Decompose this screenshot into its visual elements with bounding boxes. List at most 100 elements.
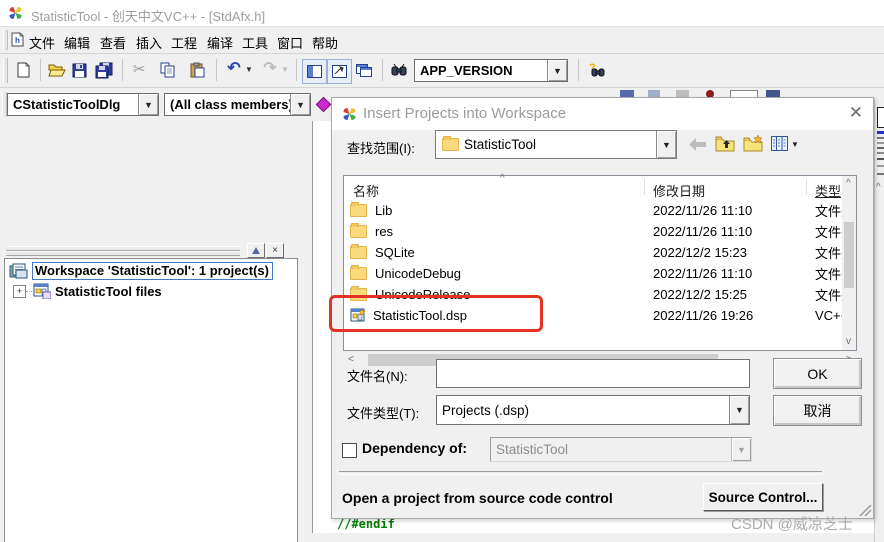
dependency-label: Dependency of: [362,440,467,456]
views-icon[interactable] [769,133,789,153]
file-date: 2022/11/26 11:10 [653,224,752,239]
dependency-combo-disabled: StatisticTool ▼ [490,437,752,462]
undo-dropdown-icon[interactable]: ▼ [244,62,254,76]
source-control-button[interactable]: Source Control... [703,483,823,511]
redo-dropdown-icon[interactable]: ▼ [280,62,290,76]
menu-item-build[interactable]: 编译 [207,33,233,52]
dialog-title-bar[interactable]: Insert Projects into Workspace ✕ [332,98,873,130]
find-combo-value: APP_VERSION [415,63,547,78]
output-pane-toggle-icon[interactable] [327,59,352,84]
members-combo[interactable]: (All class members) ▼ [164,93,311,116]
file-name-input[interactable] [436,359,750,388]
ok-button-label: OK [807,366,827,382]
toolbar-separator [122,59,123,81]
pane-expand-button[interactable] [247,243,265,258]
file-row[interactable]: Lib 2022/11/26 11:10 文件夹 [350,200,392,220]
new-file-button[interactable] [12,59,34,81]
dependency-checkbox[interactable] [342,443,357,458]
menu-item-project[interactable]: 工程 [171,33,197,52]
menu-item-insert[interactable]: 插入 [136,33,162,52]
search-help-icon[interactable]: ? [585,58,609,82]
window-list-icon[interactable] [352,59,375,82]
file-type-value: Projects (.dsp) [437,403,729,418]
menu-item-window[interactable]: 窗口 [277,33,303,52]
resize-grip[interactable] [858,503,872,517]
find-combo[interactable]: APP_VERSION ▼ [414,59,568,82]
file-row[interactable]: res 2022/11/26 11:10 文件夹 [350,221,393,241]
workspace-pane-toggle-icon[interactable] [302,59,327,84]
file-type-dropdown-icon[interactable]: ▼ [729,396,749,424]
look-in-value: StatisticTool [459,137,656,152]
toolbar-separator [296,59,297,81]
scroll-left-icon[interactable]: < [348,355,354,365]
menu-item-help[interactable]: 帮助 [312,33,338,52]
members-combo-dropdown-icon[interactable]: ▼ [290,94,310,115]
dialog-close-icon[interactable]: ✕ [849,103,863,123]
menu-item-edit[interactable]: 编辑 [64,33,90,52]
look-in-combo[interactable]: StatisticTool ▼ [435,130,677,159]
toolbar-separator [40,59,41,81]
pane-gripper[interactable] [6,251,240,256]
menu-item-tools[interactable]: 工具 [242,33,268,52]
class-combo[interactable]: CStatisticToolDlg ▼ [7,93,159,116]
menu-item-view[interactable]: 查看 [100,33,126,52]
member-diamond-icon [316,97,332,113]
file-row[interactable]: UnicodeDebug 2022/11/26 11:10 文件夹 [350,263,461,283]
column-header-date[interactable]: 修改日期 [653,181,705,200]
scrollbar-thumb[interactable] [844,222,854,288]
new-folder-icon[interactable] [741,132,765,154]
pane-close-button[interactable]: × [266,243,284,258]
find-in-files-icon[interactable] [388,59,410,81]
tree-item-project-files[interactable]: + StatisticTool files [13,282,162,300]
background-fragment [877,131,884,134]
application-window: StatisticTool - 创天中文VC++ - [StdAfx.h] h … [0,0,884,542]
cancel-button-label: 取消 [804,401,832,421]
scroll-up-icon[interactable]: ^ [846,179,851,189]
dialog-logo-icon [341,106,358,122]
save-all-button[interactable] [92,59,116,81]
menu-bar: h 文件 编辑 查看 插入 工程 编译 工具 窗口 帮助 [0,27,884,54]
folder-icon [442,138,459,151]
up-one-level-icon[interactable] [713,132,737,154]
file-type-combo[interactable]: Projects (.dsp) ▼ [436,395,750,425]
back-icon[interactable] [687,134,709,154]
column-header-name[interactable]: 名称 [353,181,379,200]
cut-icon[interactable]: ✂ [128,58,150,80]
scroll-down-icon[interactable]: v [846,337,851,347]
editor-scroll-strip[interactable] [312,533,884,542]
toolbar-separator [578,59,579,81]
tree-item-label: Workspace 'StatisticTool': 1 project(s) [32,262,273,280]
paste-button[interactable] [186,59,208,81]
menu-item-file[interactable]: 文件 [29,33,55,52]
undo-icon[interactable]: ↶ [224,57,244,79]
column-header-type[interactable]: 类型 [815,181,841,200]
background-sliver: ^ [874,97,884,542]
views-dropdown-icon[interactable]: ▼ [790,139,800,149]
folder-icon [350,246,367,259]
background-fragment [877,165,884,167]
save-button[interactable] [68,59,90,81]
background-fragment [877,152,884,154]
cancel-button[interactable]: 取消 [773,395,862,426]
open-file-button[interactable] [46,59,68,81]
menu-gripper[interactable] [3,30,8,50]
copy-button[interactable] [156,59,178,81]
editor-code-line: //#endif [337,517,395,531]
toolbar-gripper[interactable] [3,58,8,83]
class-combo-dropdown-icon[interactable]: ▼ [138,94,158,115]
file-row[interactable]: SQLite 2022/12/2 15:23 文件夹 [350,242,415,262]
list-vertical-scrollbar[interactable]: ^ v [842,176,856,350]
standard-toolbar: ✂ ↶ ▼ ↷ ▼ APP_VERSION ▼ ? [0,54,884,88]
ok-button[interactable]: OK [773,358,862,389]
tree-item-workspace-root[interactable]: Workspace 'StatisticTool': 1 project(s) [9,262,273,280]
svg-text:h: h [15,36,20,45]
toolbar-separator [216,59,217,81]
background-fragment [877,147,884,149]
look-in-dropdown-icon[interactable]: ▼ [656,131,676,158]
tree-expand-icon[interactable]: + [13,285,26,298]
redo-icon[interactable]: ↷ [260,57,280,79]
file-name: Lib [375,203,392,218]
column-divider [806,179,807,195]
file-date: 2022/11/26 11:10 [653,266,752,281]
find-combo-dropdown-icon[interactable]: ▼ [547,60,567,81]
